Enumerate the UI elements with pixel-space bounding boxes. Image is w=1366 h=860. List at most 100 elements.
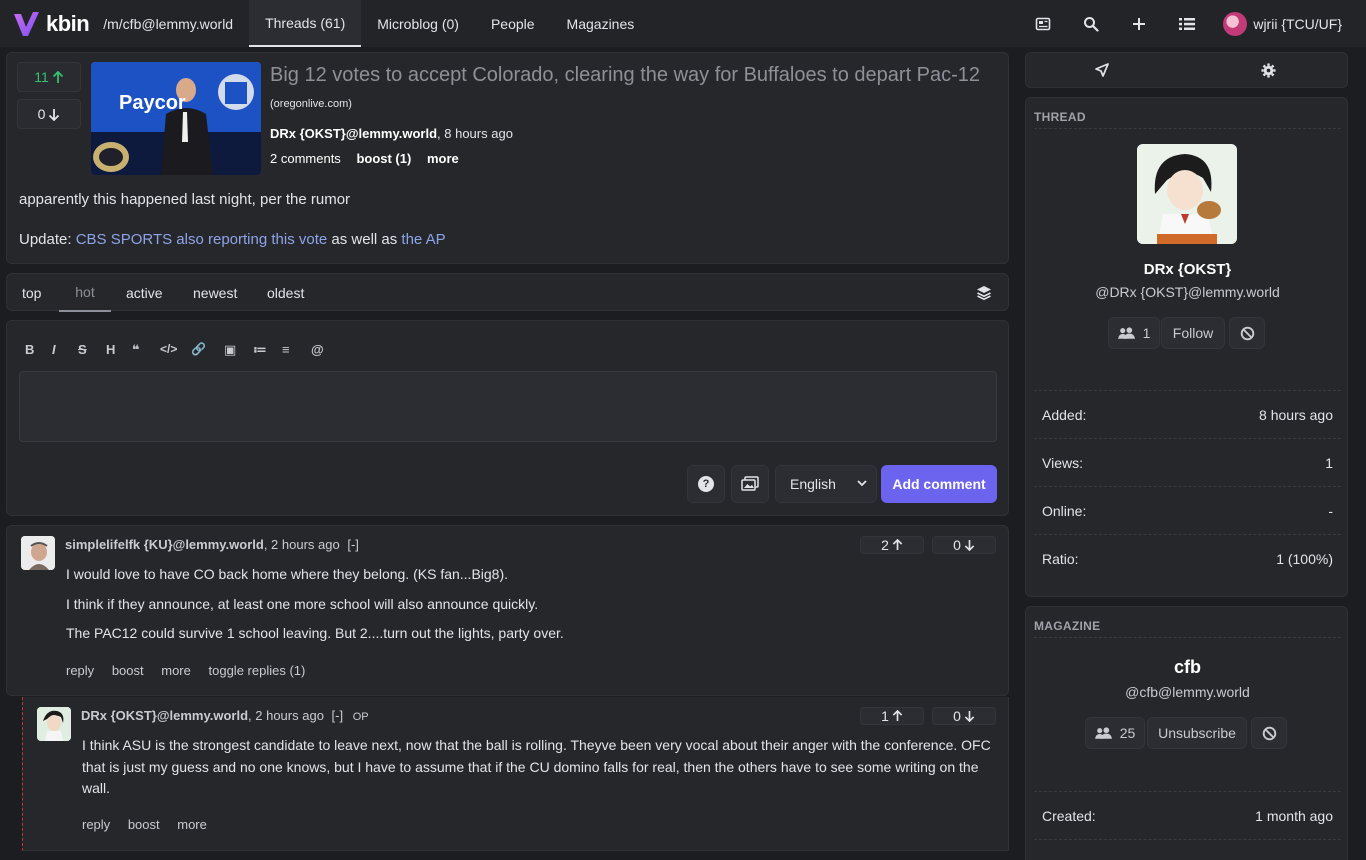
link-button[interactable]: 🔗 [191, 342, 206, 356]
italic-button[interactable]: I [52, 342, 56, 357]
avatar [1223, 11, 1248, 36]
update-middle: as well as [327, 231, 402, 248]
comment-author[interactable]: simplelifelfk {KU}@lemmy.world [65, 537, 264, 552]
tab-microblog[interactable]: Microblog (0) [361, 0, 475, 47]
topbar-actions: wjrii {TCU/UF} [1019, 0, 1366, 47]
layers-icon[interactable] [976, 285, 992, 304]
subscribers-count: 25 [1085, 717, 1145, 749]
add-comment-button[interactable]: Add comment [881, 465, 997, 503]
comment-downvote-count: 0 [953, 537, 961, 553]
collapse-toggle[interactable]: [-] [347, 537, 359, 552]
header-button[interactable]: H [106, 342, 115, 357]
block-icon [1240, 326, 1254, 340]
magazine-path-link[interactable]: /m/cfb@lemmy.world [103, 16, 233, 32]
tab-magazines[interactable]: Magazines [551, 0, 651, 47]
magazine-info-panel: MAGAZINE cfb @cfb@lemmy.world 25 Unsubsc… [1025, 606, 1348, 860]
attach-image-button[interactable] [731, 465, 769, 503]
users-icon [1094, 726, 1112, 739]
avatar[interactable] [37, 707, 71, 741]
sort-active[interactable]: active [126, 274, 163, 312]
language-select[interactable]: English [775, 465, 877, 503]
reply-link[interactable]: reply [66, 663, 94, 678]
more-link[interactable]: more [427, 151, 459, 166]
comment-textarea[interactable] [19, 371, 997, 442]
block-user-button[interactable] [1229, 317, 1265, 349]
more-link[interactable]: more [177, 817, 207, 832]
avatar[interactable] [21, 536, 55, 570]
boost-link[interactable]: boost [128, 817, 160, 832]
comment-upvote-count: 2 [881, 537, 889, 553]
sort-hot[interactable]: hot [59, 274, 111, 312]
magazine-name[interactable]: cfb [1026, 657, 1349, 678]
block-magazine-button[interactable] [1251, 717, 1287, 749]
help-button[interactable]: ? [687, 465, 725, 503]
mention-button[interactable]: @ [311, 342, 324, 357]
ordered-list-button[interactable]: ≡ [282, 342, 290, 357]
more-link[interactable]: more [161, 663, 191, 678]
strikethrough-button[interactable]: S [78, 342, 87, 357]
arrow-up-icon [892, 539, 903, 551]
thread-user-name[interactable]: DRx {OKST} [1026, 261, 1349, 278]
thread-time: , 8 hours ago [437, 126, 513, 141]
comment-upvote-count: 1 [881, 708, 889, 724]
user-menu[interactable]: wjrii {TCU/UF} [1211, 0, 1366, 47]
sort-top[interactable]: top [22, 274, 41, 312]
thread-domain[interactable]: (oregonlive.com) [270, 98, 352, 110]
gear-icon[interactable] [1261, 63, 1276, 81]
cbs-sports-link[interactable]: CBS SPORTS also reporting this vote [76, 231, 328, 248]
stat-value: 1 [1325, 454, 1333, 471]
tab-people[interactable]: People [475, 0, 551, 47]
unordered-list-button[interactable]: ≔ [253, 342, 267, 358]
search-icon[interactable] [1067, 0, 1115, 47]
code-button[interactable]: </> [160, 342, 177, 356]
sort-newest[interactable]: newest [193, 274, 237, 312]
newspaper-icon[interactable] [1019, 0, 1067, 47]
reply-link[interactable]: reply [82, 817, 110, 832]
comment-author[interactable]: DRx {OKST}@lemmy.world [81, 708, 248, 723]
tab-threads[interactable]: Threads (61) [249, 0, 362, 47]
image-button[interactable]: ▣ [224, 342, 236, 358]
thread-author[interactable]: DRx {OKST}@lemmy.world [270, 126, 437, 141]
comment-editor: B I S H ❝ </> 🔗 ▣ ≔ ≡ @ ? English Add co… [6, 320, 1009, 516]
thread-card: 11 0 Paycor Big 12 votes to accept Color… [6, 52, 1009, 264]
downvote-button[interactable]: 0 [17, 99, 81, 129]
language-value: English [790, 476, 836, 492]
divider [1034, 128, 1341, 129]
stat-added: Added: 8 hours ago [1034, 390, 1341, 438]
share-icon[interactable] [1095, 63, 1109, 80]
quote-button[interactable]: ❝ [132, 342, 140, 358]
avatar[interactable] [1137, 144, 1237, 244]
thread-update-line: Update: CBS SPORTS also reporting this v… [19, 230, 446, 250]
follow-button[interactable]: Follow [1161, 317, 1225, 349]
ap-link[interactable]: the AP [401, 231, 445, 248]
thread-info-panel: THREAD DRx {OKST} @DRx {OKST}@lemmy.worl… [1025, 97, 1348, 597]
comment-downvote-button[interactable]: 0 [932, 707, 996, 725]
comment-downvote-button[interactable]: 0 [932, 536, 996, 554]
stat-online: Online: - [1034, 486, 1341, 534]
arrow-up-icon [52, 70, 63, 83]
boost-link[interactable]: boost (1) [356, 151, 411, 166]
comment-upvote-button[interactable]: 1 [860, 707, 924, 725]
section-heading: MAGAZINE [1034, 619, 1101, 633]
sort-oldest[interactable]: oldest [267, 274, 304, 312]
collapse-toggle[interactable]: [-] [332, 708, 344, 723]
comment-upvote-button[interactable]: 2 [860, 536, 924, 554]
upvote-button[interactable]: 11 [17, 62, 81, 92]
plus-icon[interactable] [1115, 0, 1163, 47]
stat-label: Ratio: [1042, 550, 1079, 567]
comments-link[interactable]: 2 comments [270, 151, 341, 166]
sidebar-options [1025, 52, 1348, 88]
thread-thumbnail[interactable]: Paycor [91, 62, 261, 175]
thread-title-text[interactable]: Big 12 votes to accept Colorado, clearin… [270, 64, 980, 86]
boost-link[interactable]: boost [112, 663, 144, 678]
brand[interactable]: kbin [0, 0, 103, 47]
comment-header: simplelifelfk {KU}@lemmy.world, 2 hours … [65, 537, 359, 552]
thread-meta: DRx {OKST}@lemmy.world, 8 hours ago [270, 126, 513, 141]
list-icon[interactable] [1163, 0, 1211, 47]
toggle-replies-link[interactable]: toggle replies (1) [209, 663, 306, 678]
downvote-count: 0 [37, 106, 46, 122]
subscribers-value: 25 [1119, 725, 1136, 741]
bold-button[interactable]: B [25, 342, 34, 357]
unsubscribe-button[interactable]: Unsubscribe [1147, 717, 1247, 749]
thread-title[interactable]: Big 12 votes to accept Colorado, clearin… [270, 62, 990, 117]
